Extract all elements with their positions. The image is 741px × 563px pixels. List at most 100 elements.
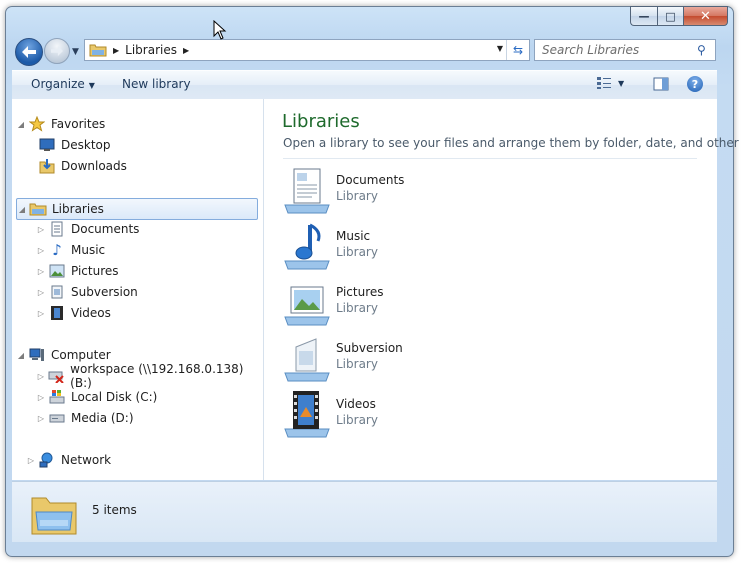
- library-item-videos[interactable]: Videos Library: [282, 389, 582, 439]
- expand-triangle-icon[interactable]: ▷: [36, 288, 46, 297]
- nav-libraries[interactable]: ◢ Libraries: [16, 198, 258, 220]
- libraries-icon: [29, 201, 47, 217]
- forward-arrow-icon: [51, 45, 63, 57]
- nav-label: Libraries: [52, 202, 104, 216]
- pictures-library-icon: [284, 286, 330, 326]
- help-icon: ?: [691, 77, 699, 91]
- library-type: Library: [336, 357, 378, 371]
- view-details-icon: [597, 77, 611, 89]
- nav-subversion[interactable]: ▷ Subversion: [36, 282, 138, 302]
- expand-triangle-icon[interactable]: ▷: [36, 414, 46, 423]
- caption-buttons: — □ ✕: [630, 6, 728, 26]
- subversion-icon: [48, 284, 66, 300]
- recent-pages-dropdown[interactable]: ▼: [72, 47, 79, 57]
- search-icon[interactable]: ⚲: [697, 43, 715, 57]
- documents-library-icon: [284, 168, 330, 214]
- breadcrumb-chevron-icon[interactable]: ▶: [183, 46, 189, 55]
- library-type: Library: [336, 189, 378, 203]
- nav-local-disk[interactable]: ▷ Local Disk (C:): [36, 387, 157, 407]
- divider: [283, 158, 697, 159]
- nav-label: Downloads: [61, 159, 127, 173]
- organize-button[interactable]: Organize ▼: [31, 77, 95, 91]
- minimize-button[interactable]: —: [630, 6, 657, 26]
- preview-pane-button[interactable]: [653, 77, 669, 94]
- library-type: Library: [336, 413, 378, 427]
- maximize-button[interactable]: □: [657, 6, 683, 26]
- page-title: Libraries: [282, 111, 360, 132]
- pictures-icon: [48, 263, 66, 279]
- nav-network[interactable]: ▷ Network: [26, 450, 111, 470]
- preview-pane-icon: [653, 77, 669, 91]
- library-type: Library: [336, 301, 378, 315]
- expand-triangle-icon[interactable]: ▷: [36, 309, 46, 318]
- library-item-documents[interactable]: Documents Library: [282, 165, 582, 215]
- page-subtitle: Open a library to see your files and arr…: [283, 136, 741, 150]
- videos-library-icon: [284, 391, 330, 438]
- change-view-button[interactable]: ▼: [596, 76, 624, 90]
- collapse-triangle-icon[interactable]: ◢: [16, 351, 26, 360]
- library-type: Library: [336, 245, 378, 259]
- nav-favorites[interactable]: ◢ Favorites: [16, 114, 105, 134]
- library-name: Music: [336, 229, 371, 243]
- chevron-down-icon: ▼: [618, 78, 625, 88]
- address-bar[interactable]: ▶ Libraries ▶ ▼ ⇆: [84, 39, 530, 61]
- breadcrumb-libraries[interactable]: Libraries: [125, 43, 177, 57]
- expand-triangle-icon[interactable]: ▷: [26, 456, 36, 465]
- favorites-star-icon: [28, 116, 46, 132]
- forward-button[interactable]: [44, 38, 70, 64]
- library-name: Documents: [336, 173, 405, 187]
- library-item-pictures[interactable]: Pictures Library: [282, 277, 582, 327]
- organize-label: Organize: [31, 77, 85, 91]
- navigation-pane: ◢ Favorites Desktop Downloads ◢ Librarie…: [12, 99, 264, 480]
- search-box[interactable]: Search Libraries ⚲: [534, 39, 716, 61]
- computer-icon: [28, 347, 46, 363]
- nav-pictures[interactable]: ▷ Pictures: [36, 261, 119, 281]
- new-library-button[interactable]: New library: [122, 77, 191, 91]
- subversion-library-icon: [284, 338, 330, 382]
- mouse-cursor-icon: [213, 20, 227, 40]
- libraries-large-icon: [31, 497, 77, 535]
- search-input[interactable]: Search Libraries: [542, 43, 697, 57]
- library-item-music[interactable]: Music Library: [282, 221, 582, 271]
- nav-workspace-drive[interactable]: ▷ workspace (\\192.168.0.138) (B:): [36, 362, 263, 390]
- content-pane: Libraries Open a library to see your fil…: [264, 99, 741, 480]
- downloads-icon: [38, 158, 56, 174]
- nav-label: Computer: [51, 348, 111, 362]
- videos-icon: [48, 305, 66, 321]
- maximize-icon: □: [665, 9, 676, 23]
- windows-drive-icon: [48, 389, 66, 405]
- expand-triangle-icon[interactable]: ▷: [36, 393, 46, 402]
- nav-videos[interactable]: ▷ Videos: [36, 303, 111, 323]
- library-item-subversion[interactable]: Subversion Library: [282, 333, 582, 383]
- chevron-down-icon: ▼: [88, 81, 95, 90]
- library-name: Videos: [336, 397, 376, 411]
- nav-label: Desktop: [61, 138, 111, 152]
- nav-documents[interactable]: ▷ Documents: [36, 219, 139, 239]
- expand-triangle-icon[interactable]: ▷: [36, 246, 46, 255]
- music-note-icon: ♪: [52, 241, 62, 259]
- expand-triangle-icon[interactable]: ▷: [36, 267, 46, 276]
- expand-triangle-icon[interactable]: ▷: [36, 225, 46, 234]
- nav-media-drive[interactable]: ▷ Media (D:): [36, 408, 134, 428]
- address-history-dropdown[interactable]: ▼: [497, 44, 503, 53]
- expand-triangle-icon[interactable]: ▷: [36, 372, 46, 381]
- network-icon: [38, 452, 56, 468]
- close-button[interactable]: ✕: [683, 6, 728, 26]
- nav-desktop[interactable]: Desktop: [26, 135, 111, 155]
- nav-music[interactable]: ▷ ♪ Music: [36, 240, 105, 260]
- item-count: 5 items: [92, 503, 137, 517]
- nav-label: Documents: [71, 222, 140, 236]
- refresh-button[interactable]: ⇆: [506, 40, 529, 60]
- breadcrumb-chevron-icon[interactable]: ▶: [113, 46, 119, 55]
- back-arrow-icon: [22, 46, 36, 58]
- nav-downloads[interactable]: Downloads: [26, 156, 127, 176]
- nav-label: Network: [61, 453, 112, 467]
- collapse-triangle-icon[interactable]: ◢: [16, 120, 26, 129]
- disconnected-network-drive-icon: [48, 368, 65, 384]
- music-library-icon: [284, 223, 330, 270]
- help-button[interactable]: ?: [687, 76, 703, 92]
- collapse-triangle-icon[interactable]: ◢: [17, 205, 27, 214]
- library-name: Subversion: [336, 341, 403, 355]
- nav-label: Favorites: [51, 117, 106, 131]
- back-button[interactable]: [15, 38, 43, 66]
